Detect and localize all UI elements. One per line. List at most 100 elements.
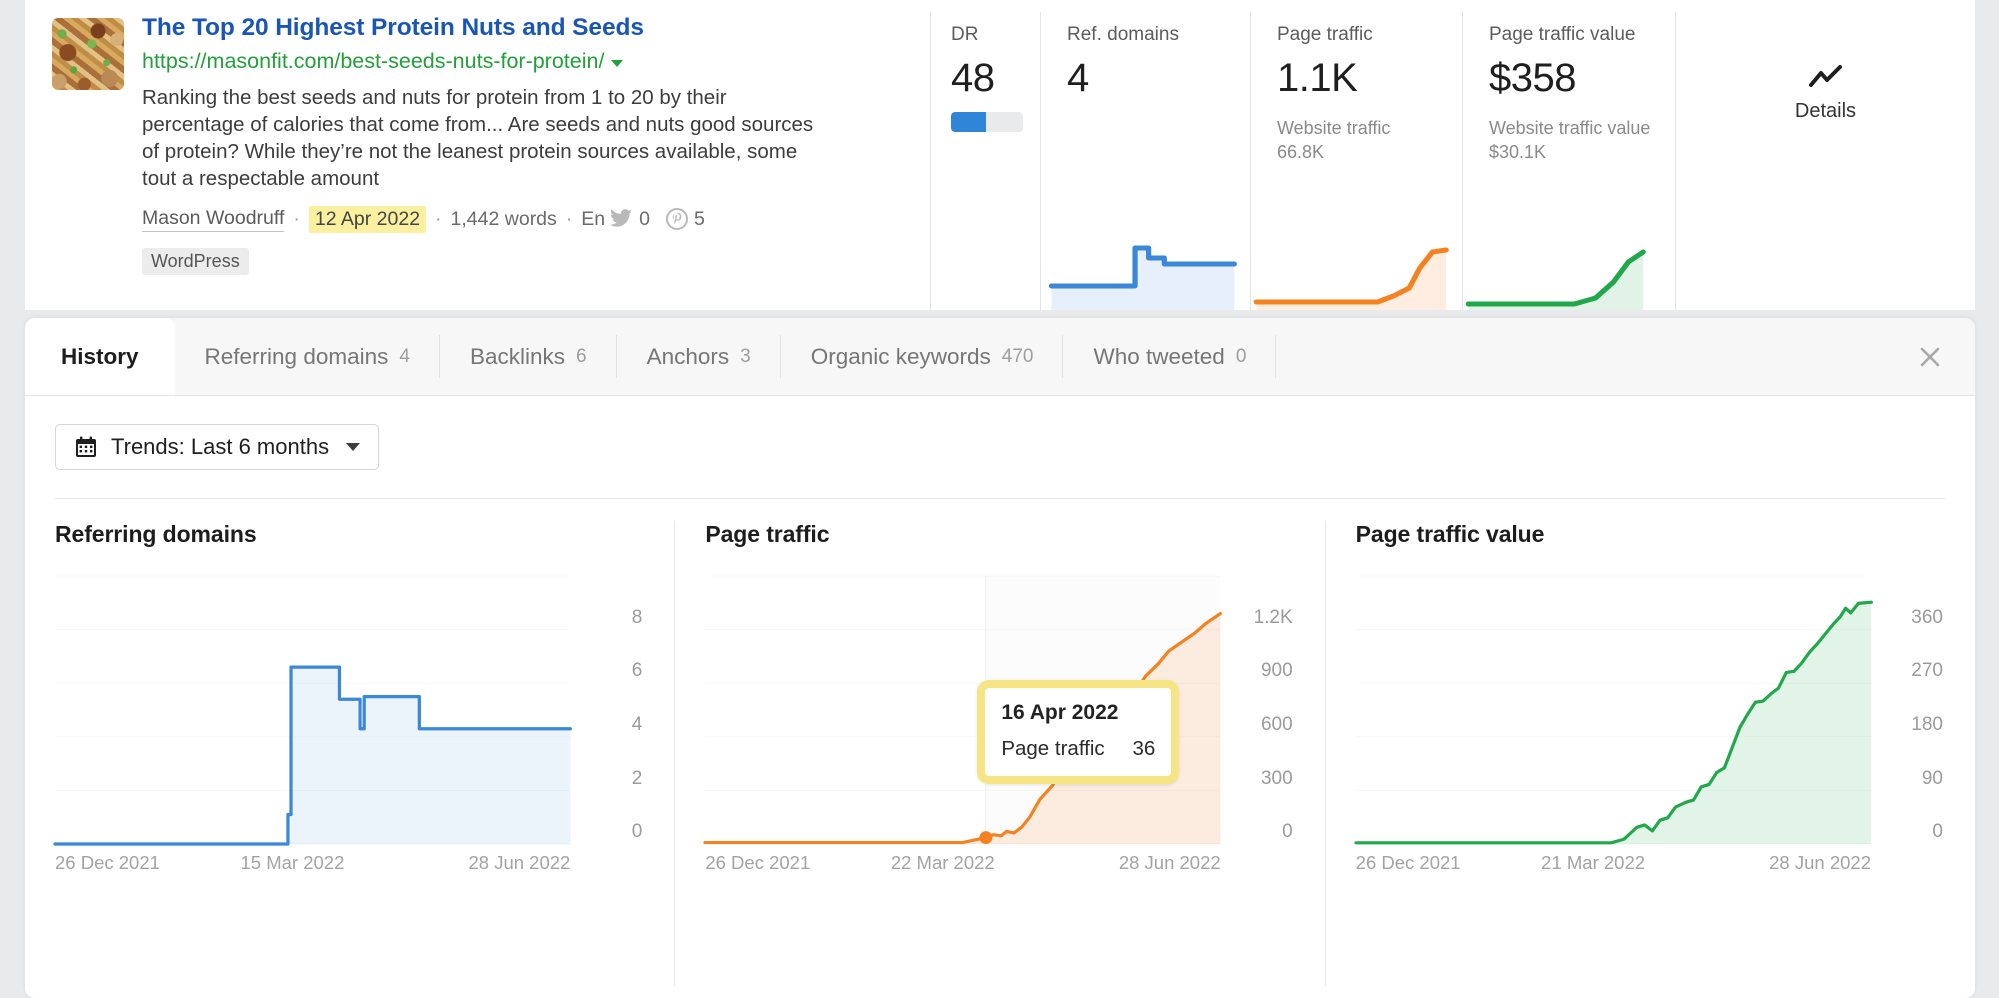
- result-url-row: https://masonfit.com/best-seeds-nuts-for…: [142, 49, 930, 75]
- page-traffic-value-sparkline: [1463, 244, 1675, 310]
- tab-anchors[interactable]: Anchors 3: [617, 318, 781, 395]
- metric-page-traffic-label: Page traffic: [1277, 24, 1462, 46]
- chart-page-traffic-value-yaxis: 360 270 180 90 0: [1875, 576, 1949, 844]
- chart-referring-domains-xaxis: 26 Dec 2021 15 Mar 2022 28 Jun 2022: [55, 852, 570, 880]
- ytick: 0: [632, 821, 643, 843]
- separator-dot: ·: [435, 208, 442, 231]
- ytick: 90: [1922, 768, 1943, 790]
- metric-ref-domains-value: 4: [1067, 58, 1250, 98]
- tab-referring-domains-count: 4: [399, 346, 410, 368]
- metric-page-traffic-value: 1.1K: [1277, 58, 1462, 98]
- ytick: 270: [1911, 660, 1943, 682]
- xtick: 26 Dec 2021: [55, 852, 160, 874]
- chart-referring-domains-title: Referring domains: [55, 521, 648, 548]
- xtick: 26 Dec 2021: [705, 852, 810, 874]
- chart-referring-domains-plot[interactable]: [55, 576, 570, 844]
- tab-bar: History Referring domains 4 Backlinks 6 …: [25, 318, 1975, 396]
- line-chart-icon: [1808, 64, 1844, 90]
- cms-badge-wrap: WordPress: [142, 239, 930, 275]
- pinterest-count: 5: [694, 208, 705, 231]
- metric-dr: DR 48: [930, 12, 1040, 310]
- ytick: 600: [1261, 714, 1293, 736]
- ytick: 2: [632, 768, 643, 790]
- xtick: 26 Dec 2021: [1356, 852, 1461, 874]
- xtick: 28 Jun 2022: [1119, 852, 1221, 874]
- result-summary: The Top 20 Highest Protein Nuts and Seed…: [25, 0, 930, 310]
- ytick: 300: [1261, 768, 1293, 790]
- ytick: 4: [632, 714, 643, 736]
- metric-website-traffic-value: 66.8K: [1277, 140, 1462, 164]
- tooltip-date: 16 Apr 2022: [1001, 701, 1155, 725]
- tab-history[interactable]: History: [25, 318, 175, 395]
- tab-anchors-count: 3: [740, 346, 751, 368]
- result-text-block: The Top 20 Highest Protein Nuts and Seed…: [142, 14, 930, 310]
- author-name[interactable]: Mason Woodruff: [142, 207, 284, 232]
- ytick: 0: [1282, 821, 1293, 843]
- xtick: 22 Mar 2022: [891, 852, 995, 874]
- page-traffic-sparkline: [1251, 244, 1462, 310]
- tab-referring-domains-label: Referring domains: [205, 344, 389, 370]
- cms-badge: WordPress: [142, 248, 249, 275]
- result-url-link[interactable]: https://masonfit.com/best-seeds-nuts-for…: [142, 49, 604, 75]
- chart-page-traffic-title: Page traffic: [705, 521, 1298, 548]
- chart-page-traffic-value-plot[interactable]: [1356, 576, 1871, 844]
- history-toolbar: Trends: Last 6 months: [25, 396, 1975, 470]
- published-date-badge: 12 Apr 2022: [309, 206, 426, 233]
- trends-range-label: Trends: Last 6 months: [111, 434, 329, 460]
- word-count: 1,442 words: [451, 208, 557, 231]
- metric-dr-label: DR: [951, 24, 1040, 46]
- details-button[interactable]: Details: [1675, 12, 1975, 310]
- chart-page-traffic-value-xaxis: 26 Dec 2021 21 Mar 2022 28 Jun 2022: [1356, 852, 1871, 880]
- separator-dot: ·: [566, 208, 573, 231]
- ytick: 8: [632, 607, 643, 629]
- calendar-icon: [74, 435, 98, 459]
- metric-website-traffic-value-amount: $30.1K: [1489, 140, 1675, 164]
- xtick: 15 Mar 2022: [241, 852, 345, 874]
- chart-page-traffic-xaxis: 26 Dec 2021 22 Mar 2022 28 Jun 2022: [705, 852, 1220, 880]
- trends-range-dropdown[interactable]: Trends: Last 6 months: [55, 424, 379, 470]
- twitter-count: 0: [639, 208, 650, 231]
- chevron-down-icon[interactable]: [611, 60, 623, 67]
- nuts-and-seeds-thumbnail: [52, 18, 124, 90]
- metric-website-traffic: Website traffic 66.8K: [1277, 116, 1462, 165]
- chart-referring-domains-yaxis: 8 6 4 2 0: [574, 576, 648, 844]
- metric-website-traffic-value: Website traffic value $30.1K: [1489, 116, 1675, 165]
- metric-ref-domains-label: Ref. domains: [1067, 24, 1250, 46]
- chart-page-traffic-value-title: Page traffic value: [1356, 521, 1949, 548]
- tab-history-label: History: [61, 344, 139, 370]
- tab-backlinks[interactable]: Backlinks 6: [440, 318, 617, 395]
- tab-referring-domains[interactable]: Referring domains 4: [175, 318, 440, 395]
- metric-page-traffic: Page traffic 1.1K Website traffic 66.8K: [1250, 12, 1462, 310]
- language-label: En: [581, 208, 605, 231]
- tab-organic-keywords-label: Organic keywords: [811, 344, 991, 370]
- metric-ref-domains: Ref. domains 4: [1040, 12, 1250, 310]
- tab-organic-keywords[interactable]: Organic keywords 470: [781, 318, 1064, 395]
- tooltip-metric-row: Page traffic 36: [1001, 737, 1155, 761]
- tab-backlinks-label: Backlinks: [470, 344, 565, 370]
- page-result-card: The Top 20 Highest Protein Nuts and Seed…: [25, 0, 1975, 310]
- chart-page-traffic-value: Page traffic value 360 270 180 90 0 26 D…: [1325, 521, 1975, 986]
- history-panel: History Referring domains 4 Backlinks 6 …: [25, 318, 1975, 998]
- chart-page-traffic-yaxis: 1.2K 900 600 300 0: [1225, 576, 1299, 844]
- details-label: Details: [1795, 100, 1856, 123]
- xtick: 28 Jun 2022: [468, 852, 570, 874]
- tab-anchors-label: Anchors: [647, 344, 730, 370]
- chart-referring-domains: Referring domains 8 6 4 2 0 26 Dec 2021 …: [25, 521, 674, 986]
- metric-page-traffic-value: Page traffic value $358 Website traffic …: [1462, 12, 1675, 310]
- pinterest-icon: [666, 208, 688, 230]
- ytick: 6: [632, 660, 643, 682]
- tooltip-metric-value: 36: [1133, 737, 1156, 761]
- ytick: 900: [1261, 660, 1293, 682]
- ref-domains-sparkline: [1041, 200, 1250, 310]
- pinterest-share-count: 5: [666, 208, 705, 231]
- ytick: 360: [1911, 607, 1943, 629]
- history-charts: Referring domains 8 6 4 2 0 26 Dec 2021 …: [25, 521, 1975, 986]
- twitter-share-count: 0: [609, 208, 650, 231]
- tab-who-tweeted[interactable]: Who tweeted 0: [1063, 318, 1276, 395]
- twitter-icon: [609, 209, 633, 229]
- result-title-link[interactable]: The Top 20 Highest Protein Nuts and Seed…: [142, 14, 930, 43]
- chart-page-traffic: Page traffic 1.2K 900 600 300 0 26 Dec 2…: [674, 521, 1324, 986]
- tab-backlinks-count: 6: [576, 346, 587, 368]
- ytick: 0: [1932, 821, 1943, 843]
- close-icon[interactable]: [1913, 340, 1947, 374]
